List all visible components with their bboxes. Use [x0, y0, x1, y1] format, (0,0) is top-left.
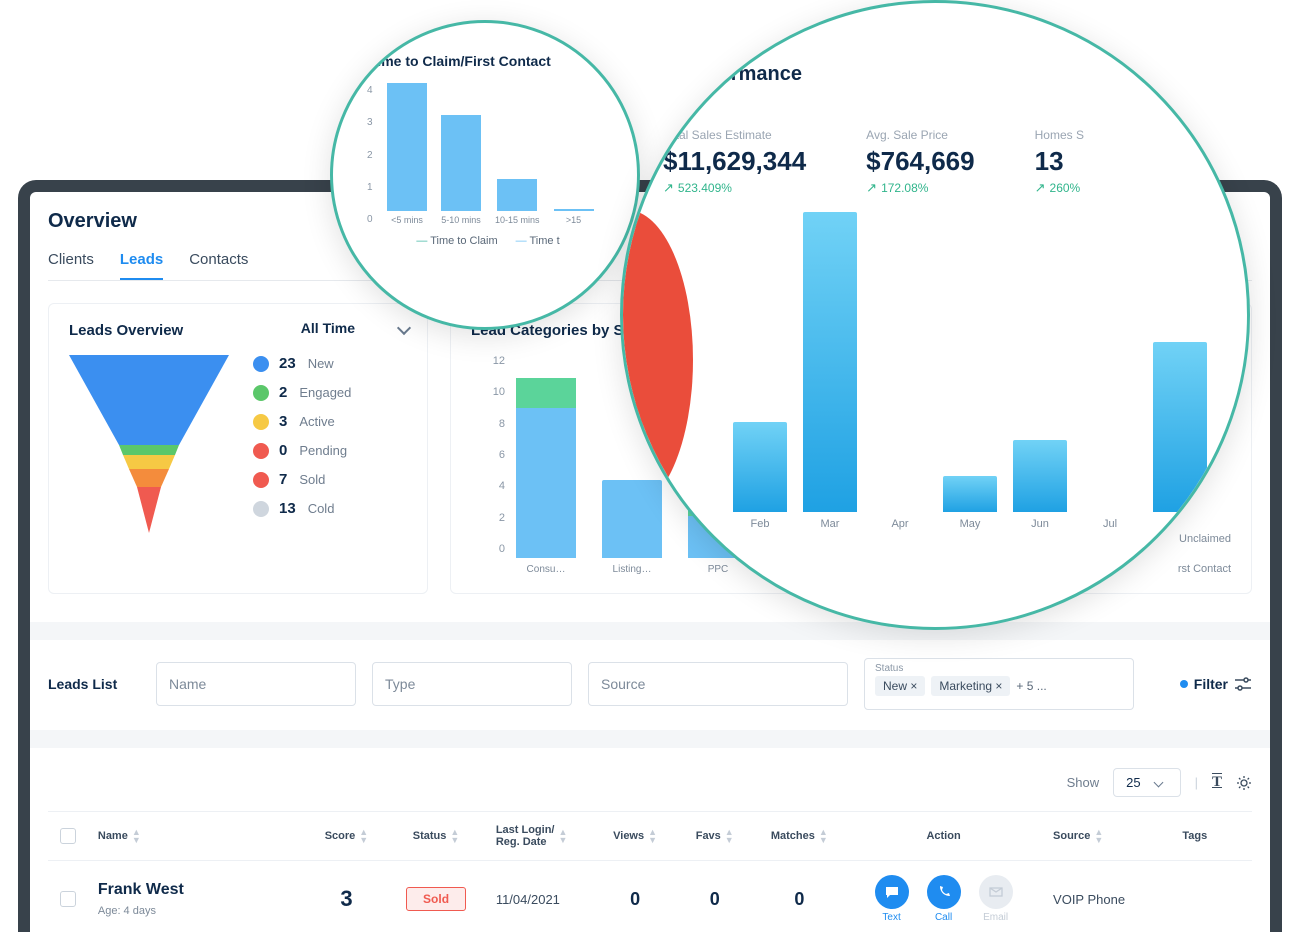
perf-title: y Performance [663, 63, 1207, 86]
gear-icon[interactable] [1236, 775, 1252, 791]
funnel-chart [69, 355, 229, 545]
row-checkbox[interactable] [60, 891, 76, 907]
legend-engaged: 2Engaged [253, 384, 351, 401]
filter-name-input[interactable]: Name [156, 662, 356, 706]
filter-button[interactable]: Filter [1180, 676, 1252, 692]
action-call-button[interactable]: Call [927, 875, 961, 923]
red-arc-decoration [623, 210, 693, 510]
kpi-avg-price: Avg. Sale Price $764,669 172.08% [866, 128, 974, 196]
chevron-down-icon [397, 321, 411, 335]
page-size-select[interactable]: 25 [1113, 768, 1180, 797]
filter-type-input[interactable]: Type [372, 662, 572, 706]
kpi-total-sales: Total Sales Estimate $11,629,344 523.409… [663, 128, 806, 196]
chat-icon [875, 875, 909, 909]
chip-more[interactable]: + 5 ... [1016, 679, 1046, 693]
legend-time-contact: Time t [516, 235, 560, 247]
mag1-title: Time to Claim/First Contact [369, 53, 607, 69]
sliders-icon [1234, 677, 1252, 691]
table-header: Name▲▼ Score▲▼ Status▲▼ Last Login/ Reg.… [48, 811, 1252, 861]
chip-marketing[interactable]: Marketing × [931, 676, 1010, 696]
show-label: Show [1067, 775, 1100, 790]
matches-count: 0 [794, 889, 804, 910]
legend-time-claim: Time to Claim [416, 235, 497, 247]
tab-leads[interactable]: Leads [120, 251, 163, 280]
favs-count: 0 [710, 889, 720, 910]
zoom-performance: y Performance GCI Total Sales Estimate $… [620, 0, 1250, 630]
legend-cold: 13Cold [253, 500, 351, 517]
table-row[interactable]: Frank West Age: 4 days 3 Sold 11/04/2021… [48, 861, 1252, 932]
chip-new[interactable]: New × [875, 676, 925, 696]
legend-active: 3Active [253, 413, 351, 430]
perf-sub: GCI [663, 90, 1207, 106]
tab-clients[interactable]: Clients [48, 251, 94, 280]
filter-status-input[interactable]: Status New × Marketing × + 5 ... [864, 658, 1134, 710]
range-label: All Time [301, 320, 355, 336]
legend-new: 23New [253, 355, 351, 372]
legend-pending: 0Pending [253, 442, 351, 459]
filter-source-input[interactable]: Source [588, 662, 848, 706]
lead-age: Age: 4 days [98, 905, 156, 917]
leads-list-filters: Leads List Name Type Source Status New ×… [48, 658, 1252, 710]
time-to-claim-chart: 43210 <5 mins 5-10 mins 10-15 mins >15 [369, 85, 607, 225]
zoom-time-to-claim: Time to Claim/First Contact 43210 <5 min… [330, 20, 640, 330]
phone-icon [927, 875, 961, 909]
filter-active-dot-icon [1180, 680, 1188, 688]
leads-list-label: Leads List [48, 676, 140, 692]
lead-source: VOIP Phone [1053, 892, 1125, 907]
kpi-homes-sold: Homes S 13 260% [1035, 128, 1084, 196]
last-login: 11/04/2021 [496, 892, 560, 907]
action-email-button[interactable]: Email [979, 875, 1013, 923]
performance-chart: Jan Feb Mar Apr May Jun Jul Aug [663, 220, 1207, 530]
lead-name: Frank West [98, 881, 184, 899]
range-dropdown[interactable]: All Time [301, 320, 409, 336]
legend-sold: 7Sold [253, 471, 351, 488]
lead-score: 3 [340, 886, 352, 912]
leads-overview-card: Leads Overview All Time 23New 2Engaged 3… [48, 303, 428, 594]
status-badge: Sold [406, 887, 466, 911]
text-size-icon[interactable]: T [1212, 774, 1222, 791]
funnel-legend: 23New 2Engaged 3Active 0Pending 7Sold 13… [253, 355, 351, 517]
select-all-checkbox[interactable] [60, 828, 76, 844]
views-count: 0 [630, 889, 640, 910]
table-controls: Show 25 | T [48, 768, 1252, 797]
mail-icon [979, 875, 1013, 909]
action-text-button[interactable]: Text [875, 875, 909, 923]
tab-contacts[interactable]: Contacts [189, 251, 248, 280]
